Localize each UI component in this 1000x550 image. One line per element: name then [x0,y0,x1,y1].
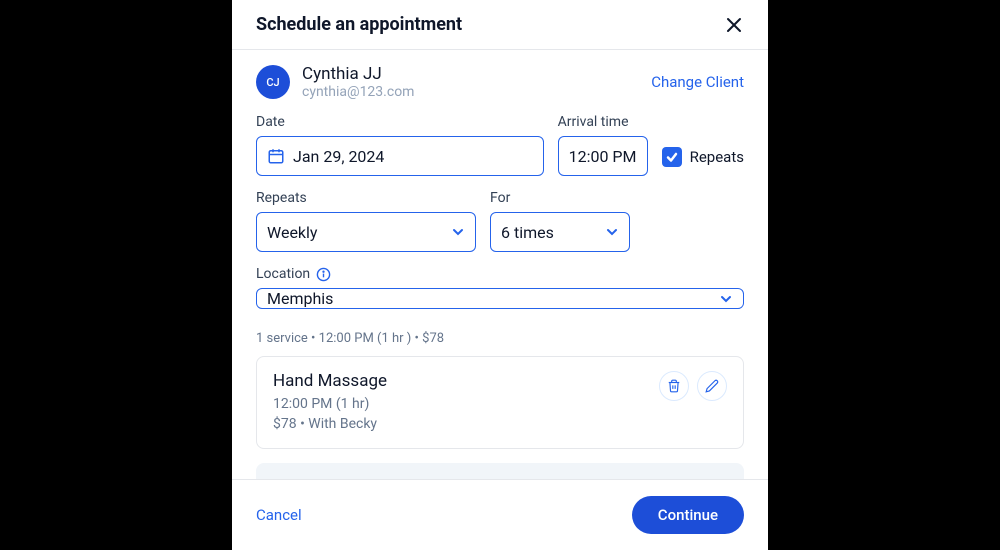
location-label: Location [256,266,310,282]
pencil-icon [705,379,719,393]
chevron-down-icon [605,225,619,239]
service-details: Hand Massage 12:00 PM (1 hr) $78 • With … [273,371,387,434]
date-value: Jan 29, 2024 [293,147,384,166]
arrival-time-input[interactable]: 12:00 PM [558,136,648,176]
service-price-staff: $78 • With Becky [273,415,387,435]
add-another-service-button[interactable]: Add Another Service [256,463,744,479]
services-summary: 1 service • 12:00 PM (1 hr ) • $78 [256,331,744,346]
checkmark-icon [666,151,678,163]
arrival-time-value: 12:00 PM [569,147,637,166]
repeats-value: Weekly [267,223,318,242]
for-select[interactable]: 6 times [490,212,630,252]
repeats-checkbox[interactable] [662,147,682,167]
close-button[interactable] [724,15,744,35]
modal-footer: Cancel Continue [232,479,768,550]
for-field-label: For [490,190,630,206]
date-input[interactable]: Jan 29, 2024 [256,136,544,176]
date-label: Date [256,114,544,130]
continue-button[interactable]: Continue [632,496,744,534]
delete-service-button[interactable] [659,371,689,401]
client-email: cynthia@123.com [302,84,414,100]
client-info: CJ Cynthia JJ cynthia@123.com [256,64,414,100]
change-client-link[interactable]: Change Client [651,73,744,91]
location-value: Memphis [267,289,333,308]
service-card: Hand Massage 12:00 PM (1 hr) $78 • With … [256,356,744,449]
info-icon[interactable] [316,267,331,282]
modal-body[interactable]: CJ Cynthia JJ cynthia@123.com Change Cli… [232,50,768,479]
repeats-select[interactable]: Weekly [256,212,476,252]
calendar-icon [267,147,285,165]
location-select[interactable]: Memphis [256,288,744,309]
for-value: 6 times [501,223,554,242]
modal-title: Schedule an appointment [256,14,462,35]
add-service-label: Add Another Service [444,478,580,479]
modal-header: Schedule an appointment [232,0,768,50]
avatar: CJ [256,65,290,99]
service-title: Hand Massage [273,371,387,391]
chevron-down-icon [719,292,733,306]
chevron-down-icon [451,225,465,239]
arrival-time-label: Arrival time [558,114,648,130]
edit-service-button[interactable] [697,371,727,401]
repeats-field-label: Repeats [256,190,476,206]
client-name: Cynthia JJ [302,64,414,84]
trash-icon [667,379,681,393]
cancel-button[interactable]: Cancel [256,506,302,524]
client-row: CJ Cynthia JJ cynthia@123.com Change Cli… [256,64,744,100]
service-time: 12:00 PM (1 hr) [273,395,387,415]
repeats-checkbox-label: Repeats [690,148,744,166]
close-icon [726,17,742,33]
schedule-appointment-modal: Schedule an appointment CJ Cynthia JJ cy… [232,0,768,550]
